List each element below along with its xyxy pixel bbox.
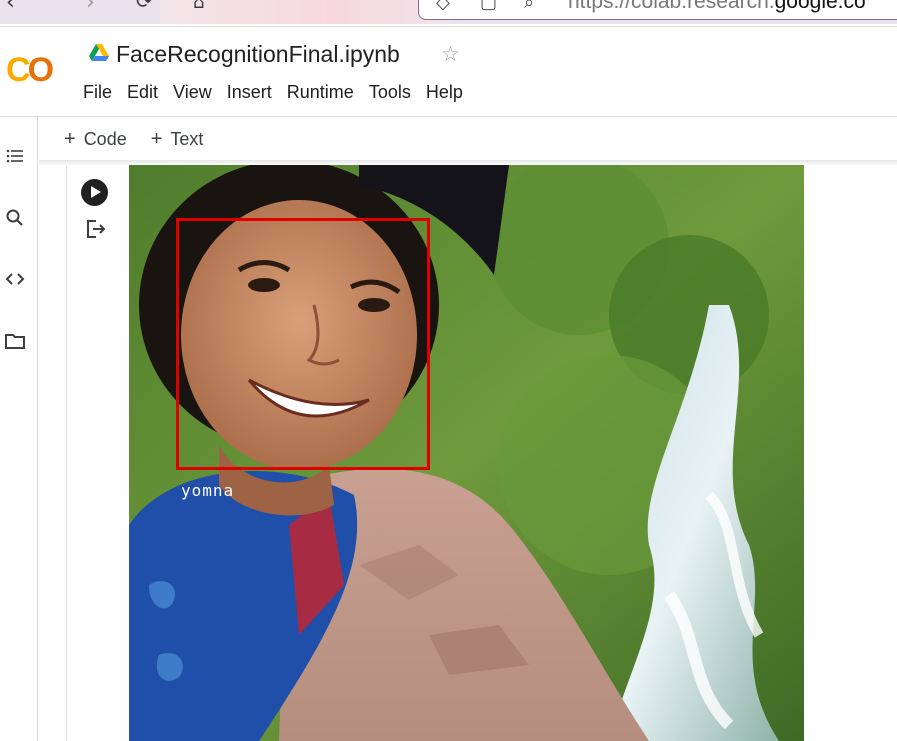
menu-edit[interactable]: Edit (127, 82, 158, 103)
run-cell-button[interactable] (81, 179, 108, 206)
star-icon[interactable]: ☆ (441, 42, 460, 66)
lock-icon[interactable]: ▢ (480, 0, 497, 13)
output-clear-icon[interactable] (85, 218, 107, 240)
home-icon[interactable]: ⌂ (193, 0, 204, 13)
add-code-button[interactable]: + Code (64, 128, 127, 151)
google-drive-icon[interactable] (89, 44, 109, 62)
address-url[interactable]: https://colab.research.google.co (568, 0, 866, 14)
search-icon[interactable] (4, 207, 26, 229)
add-code-label: Code (83, 129, 127, 149)
logo-o: O (27, 51, 55, 89)
forward-icon[interactable]: › (86, 0, 95, 15)
permissions-icon[interactable]: ⌕ (524, 0, 534, 13)
menu-view[interactable]: View (173, 82, 212, 103)
menu-help[interactable]: Help (426, 82, 463, 103)
notebook-title[interactable]: FaceRecognitionFinal.ipynb (116, 41, 400, 68)
logo-c: C (6, 51, 31, 89)
left-sidebar (0, 117, 38, 741)
face-name-label: yomna (181, 481, 235, 500)
menu-tools[interactable]: Tools (369, 82, 411, 103)
colab-window: ‹ › ⟳ ⌂ ◇ ▢ ⌕ https://colab.research.goo… (0, 0, 897, 741)
files-folder-icon[interactable] (4, 330, 26, 352)
plus-icon: + (64, 128, 76, 150)
table-of-contents-icon[interactable] (4, 145, 26, 167)
menu-insert[interactable]: Insert (227, 82, 272, 103)
code-snippets-icon[interactable] (4, 268, 26, 290)
header-divider (0, 116, 897, 117)
colab-logo[interactable]: CO (6, 51, 55, 90)
menu-file[interactable]: File (83, 82, 112, 103)
cell-border (66, 166, 67, 741)
menu-bar: File Edit View Insert Runtime Tools Help (83, 82, 478, 103)
reload-icon[interactable]: ⟳ (136, 0, 153, 13)
chrome-divider (0, 26, 897, 27)
face-detection-box (176, 218, 430, 470)
add-text-button[interactable]: + Text (151, 128, 204, 151)
menu-runtime[interactable]: Runtime (287, 82, 354, 103)
add-text-label: Text (170, 129, 204, 149)
site-info-icon[interactable]: ◇ (436, 0, 450, 13)
plus-icon: + (150, 128, 163, 150)
browser-toolbar: ‹ › ⟳ ⌂ ◇ ▢ ⌕ https://colab.research.goo… (0, 0, 897, 24)
back-icon[interactable]: ‹ (6, 0, 15, 15)
notebook-toolbar: + Code + Text (64, 128, 203, 151)
